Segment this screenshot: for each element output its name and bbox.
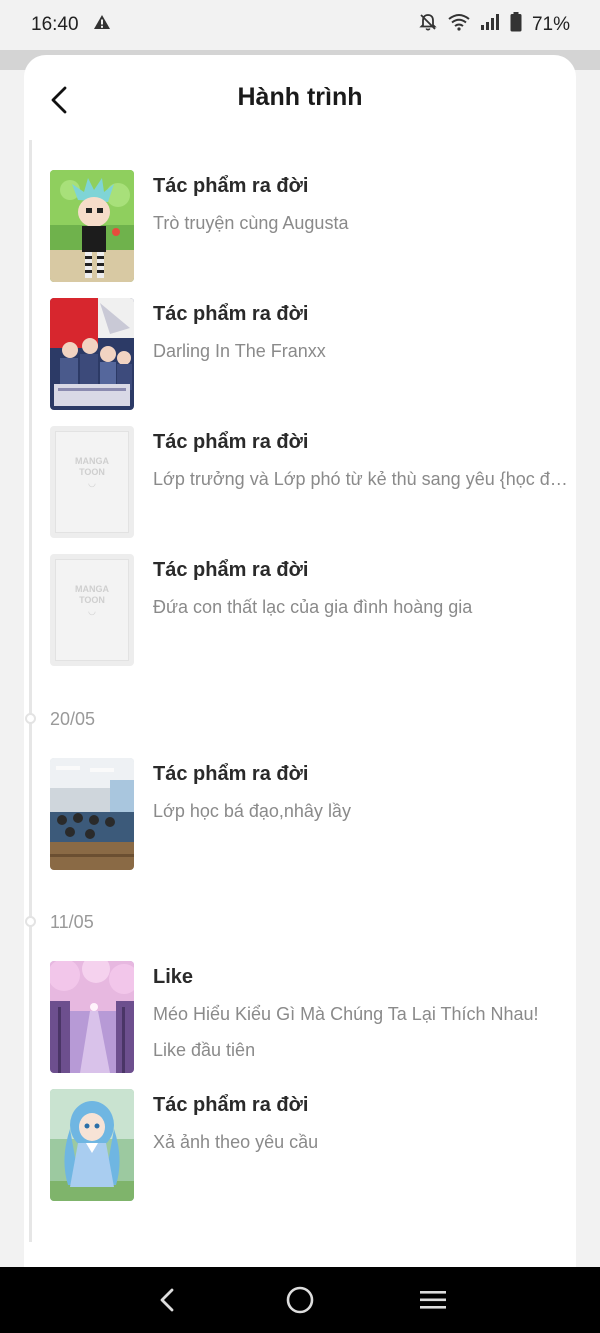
menu-nav-icon[interactable] [413,1280,453,1320]
timeline-item[interactable]: Tác phẩm ra đời Xả ảnh theo yêu cầu [50,1089,574,1201]
item-subtitle: Lớp học bá đạo,nhây lầy [153,801,351,821]
timeline-item[interactable]: Tác phẩm ra đời Lớp học bá đạo,nhây lầy [50,758,574,870]
timeline-dot [25,916,36,927]
smile-icon: ◡ [88,606,96,616]
navigation-bar [0,1267,600,1333]
battery-percent: 71% [531,14,570,35]
thumb-mangatoon-placeholder: MANGA TOON ◡ [50,554,134,666]
header: Hành trình [24,55,576,140]
back-button[interactable] [44,85,74,115]
item-title: Tác phẩm ra đời [153,763,309,785]
item-title: Tác phẩm ra đời [153,303,309,325]
logo-line2: TOON [79,595,105,605]
item-title: Tác phẩm ra đời [153,1094,309,1116]
thumb-anime-girl-chibi [50,170,134,282]
timeline-dot [25,713,36,724]
item-subtitle: Méo Hiểu Kiểu Gì Mà Chúng Ta Lại Thích N… [153,1004,539,1024]
timeline-item[interactable]: Like Méo Hiểu Kiểu Gì Mà Chúng Ta Lại Th… [50,961,574,1073]
wifi-icon [448,13,470,37]
date-label: 11/05 [50,912,94,932]
item-subtitle: Lớp trưởng và Lớp phó từ kẻ thù sang yêu… [153,469,574,489]
warning-icon [93,14,111,36]
back-nav-icon[interactable] [147,1280,187,1320]
thumb-sakura-path [50,961,134,1073]
mangatoon-logo: MANGA TOON ◡ [55,559,129,661]
item-title: Tác phẩm ra đời [153,175,309,197]
item-subtitle-2: Like đầu tiên [153,1040,256,1060]
thumb-anime-group-red [50,298,134,410]
item-title: Like [153,966,194,988]
page-title: Hành trình [237,83,363,111]
status-time: 16:40 [31,14,79,35]
journey-sheet: Hành trình Tác phẩm ra đời Trò truyện cù… [24,55,576,1267]
logo-line1: MANGA [75,584,109,594]
status-bar: 16:40 71% [0,0,600,50]
item-subtitle: Trò truyện cùng Augusta [153,213,349,233]
date-header: 20/05 [24,707,224,731]
timeline-item[interactable]: MANGA TOON ◡ Tác phẩm ra đời Đứa con thấ… [50,554,574,666]
timeline-item[interactable]: MANGA TOON ◡ Tác phẩm ra đời Lớp trưởng … [50,426,574,538]
timeline-line [29,140,32,1242]
battery-icon [510,12,522,38]
chevron-left-icon [51,86,67,114]
logo-line2: TOON [79,467,105,477]
timeline-item[interactable]: Tác phẩm ra đời Darling In The Franxx [50,298,574,410]
bell-off-icon [418,12,438,38]
thumb-mangatoon-placeholder: MANGA TOON ◡ [50,426,134,538]
item-title: Tác phẩm ra đời [153,559,309,581]
date-header: 11/05 [24,910,224,934]
home-nav-icon[interactable] [280,1280,320,1320]
item-title: Tác phẩm ra đời [153,431,309,453]
mangatoon-logo: MANGA TOON ◡ [55,431,129,533]
logo-line1: MANGA [75,456,109,466]
thumb-classroom-photo [50,758,134,870]
date-label: 20/05 [50,709,96,729]
thumb-anime-girl-blue [50,1089,134,1201]
item-subtitle: Đứa con thất lạc của gia đình hoàng gia [153,597,473,617]
timeline: Tác phẩm ra đời Trò truyện cùng Augusta [24,140,576,1267]
smile-icon: ◡ [88,478,96,488]
item-subtitle: Xả ảnh theo yêu cầu [153,1132,319,1152]
signal-icon [480,13,500,37]
timeline-item[interactable]: Tác phẩm ra đời Trò truyện cùng Augusta [50,170,574,282]
item-subtitle: Darling In The Franxx [153,341,326,361]
